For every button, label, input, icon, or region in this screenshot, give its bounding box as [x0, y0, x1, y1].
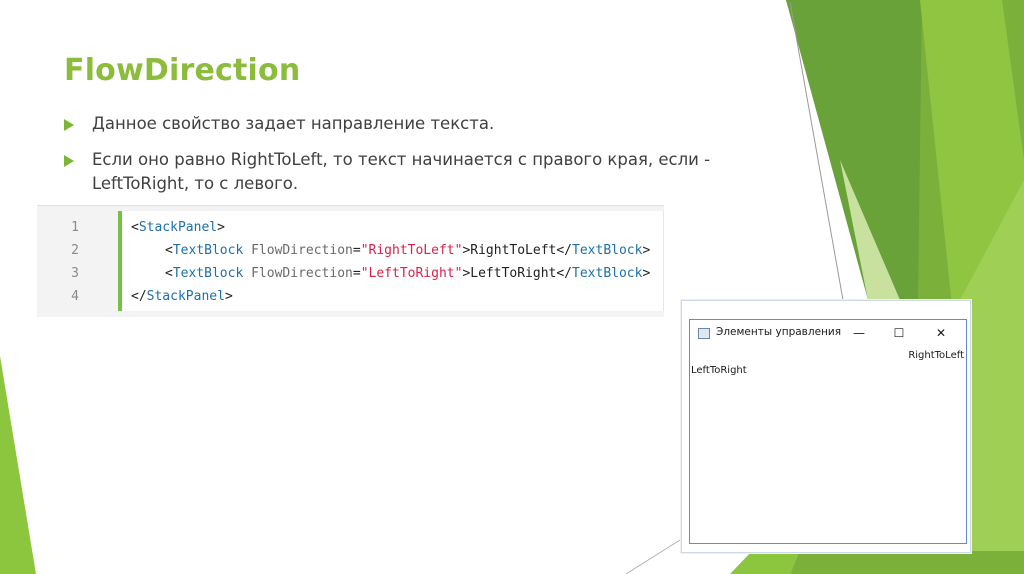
textblock-left-to-right: LeftToRight — [691, 365, 747, 376]
bullet-text: Данное свойство задает направление текст… — [92, 114, 495, 133]
code-body: <StackPanel> <TextBlock FlowDirection="R… — [131, 216, 654, 308]
bullet-item: Данное свойство задает направление текст… — [64, 112, 764, 136]
textblock-right-to-left: RightToLeft — [908, 350, 964, 361]
bullet-item: Если оно равно RightToLeft, то текст нач… — [64, 148, 764, 196]
triangle-bullet-icon — [64, 155, 74, 167]
maximize-button[interactable]: ☐ — [888, 323, 910, 343]
bullet-list: Данное свойство задает направление текст… — [64, 112, 764, 208]
code-token: > — [642, 243, 651, 258]
line-number: 4 — [71, 289, 79, 304]
code-token: > — [224, 289, 233, 304]
line-number: 1 — [71, 220, 79, 235]
code-token: TextBlock — [572, 243, 643, 258]
line-number: 2 — [71, 243, 79, 258]
code-line: <TextBlock FlowDirection="LeftToRight">L… — [131, 262, 654, 285]
code-token: "LeftToRight" — [360, 266, 463, 281]
code-token: LeftToRight — [470, 266, 557, 281]
code-token: RightToLeft — [470, 243, 557, 258]
close-button[interactable]: ✕ — [930, 323, 952, 343]
code-token: FlowDirection — [251, 266, 353, 281]
code-line: <StackPanel> — [131, 216, 654, 239]
bullet-text: Если оно равно RightToLeft, то текст нач… — [92, 150, 711, 193]
code-token: FlowDirection — [251, 243, 353, 258]
code-token: </ — [131, 289, 147, 304]
window-app-icon — [698, 328, 710, 339]
code-token: = — [352, 266, 361, 281]
code-token: > — [642, 266, 651, 281]
code-token: < — [165, 266, 173, 281]
code-token: TextBlock — [172, 243, 244, 258]
code-snippet: 1 2 3 4 <StackPanel> <TextBlock FlowDire… — [37, 205, 664, 317]
code-line: <TextBlock FlowDirection="RightToLeft">R… — [131, 239, 654, 262]
code-token: "RightToLeft" — [360, 243, 463, 258]
slide-title: FlowDirection — [64, 53, 301, 88]
code-accent-bar — [118, 211, 122, 311]
code-token: StackPanel — [146, 289, 225, 304]
code-token: TextBlock — [572, 266, 643, 281]
line-number: 3 — [71, 266, 79, 281]
code-token: < — [165, 243, 173, 258]
code-token: TextBlock — [172, 266, 244, 281]
window-titlebar: Элементы управления — ☐ ✕ — [690, 320, 966, 346]
code-token: < — [131, 220, 139, 235]
triangle-bullet-icon — [64, 119, 74, 131]
code-token: > — [217, 220, 225, 235]
code-token: </ — [556, 266, 573, 281]
window-screenshot: Элементы управления — ☐ ✕ RightToLeft Le… — [681, 300, 971, 553]
line-number-gutter: 1 2 3 4 — [55, 216, 115, 308]
code-line: </StackPanel> — [131, 285, 654, 308]
minimize-button[interactable]: — — [848, 323, 870, 343]
code-token: </ — [556, 243, 573, 258]
code-token: = — [352, 243, 361, 258]
window-frame: Элементы управления — ☐ ✕ RightToLeft Le… — [689, 319, 967, 544]
code-token: StackPanel — [138, 220, 218, 235]
window-title: Элементы управления — [716, 326, 842, 338]
